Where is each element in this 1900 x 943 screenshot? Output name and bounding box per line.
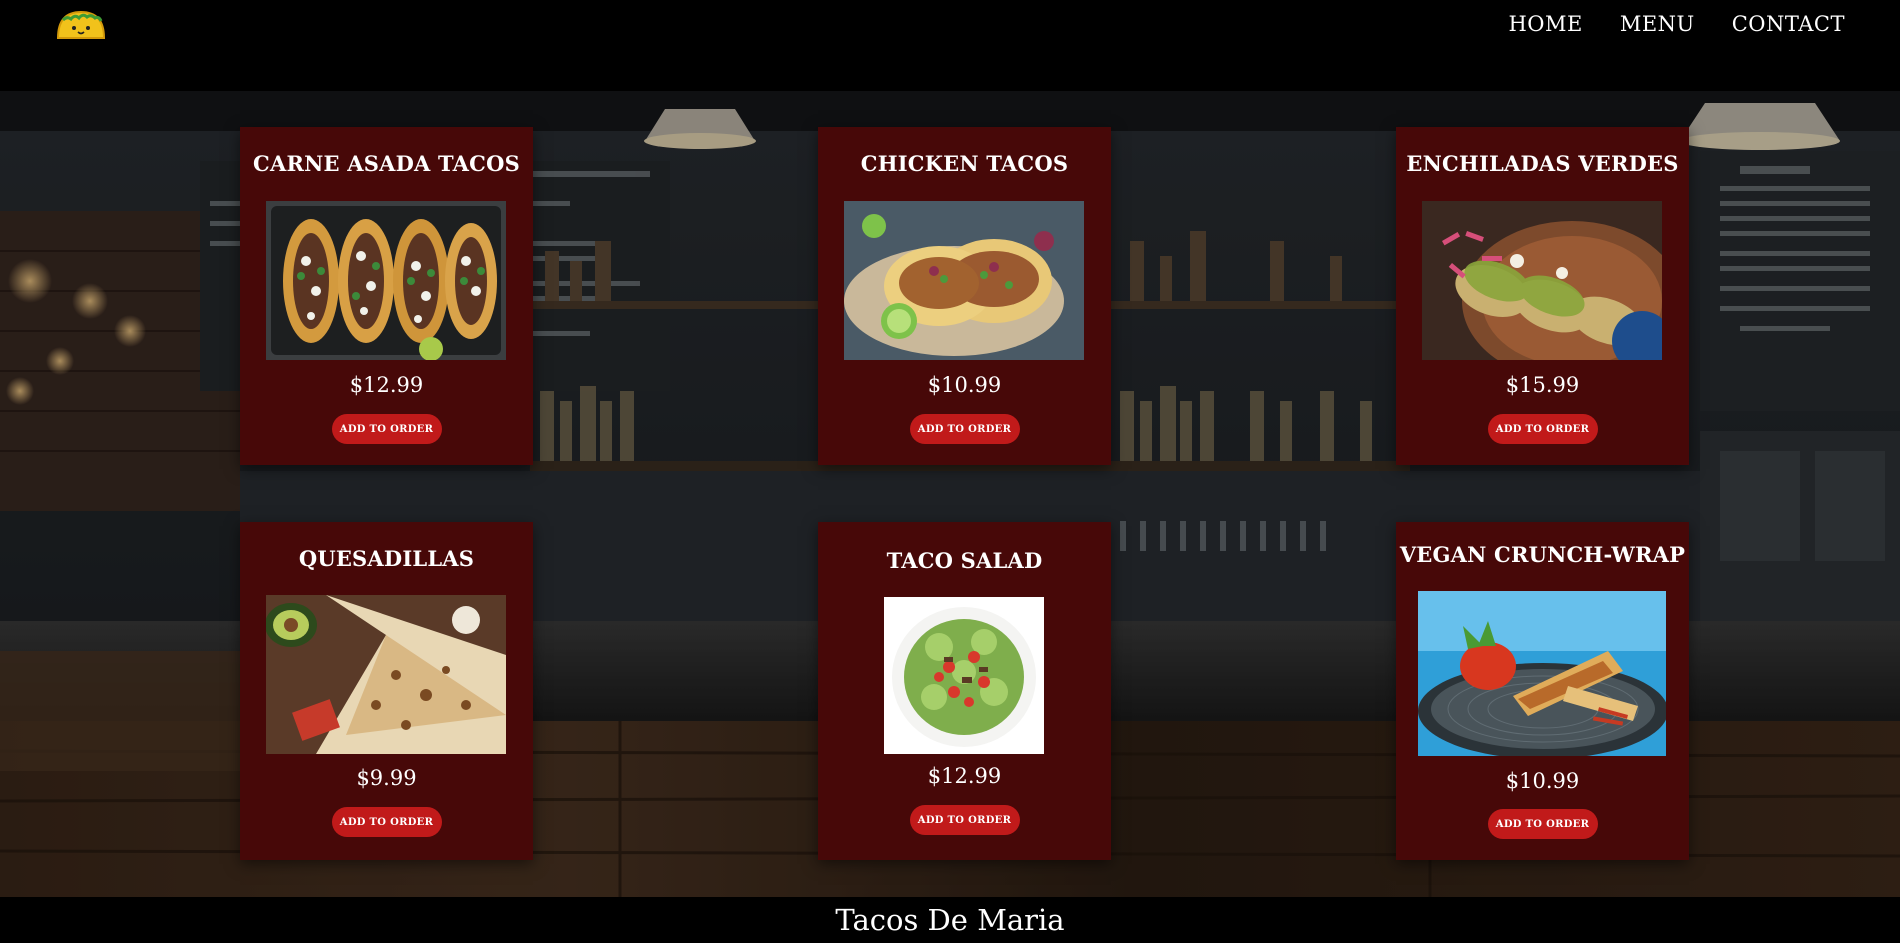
add-to-order-button[interactable]: ADD TO ORDER bbox=[331, 807, 442, 837]
site-header: HOME MENU CONTACT bbox=[0, 0, 1900, 91]
menu-item-title: TACO SALAD bbox=[886, 548, 1043, 573]
menu-section: CARNE ASADA TACOS $12.99 ADD TO ORDER CH… bbox=[0, 91, 1900, 897]
menu-item-price: $12.99 bbox=[349, 373, 424, 397]
nav-home-link[interactable]: HOME bbox=[1508, 10, 1582, 38]
menu-item-price: $15.99 bbox=[1505, 373, 1580, 397]
taco-icon[interactable] bbox=[55, 8, 107, 42]
menu-item-title: QUESADILLAS bbox=[298, 546, 475, 571]
main-nav: HOME MENU CONTACT bbox=[1508, 10, 1845, 38]
menu-card-carne-asada-tacos: CARNE ASADA TACOS $12.99 ADD TO ORDER bbox=[240, 127, 533, 465]
menu-item-title: ENCHILADAS VERDES bbox=[1406, 151, 1679, 176]
carne-asada-tacos-photo bbox=[266, 201, 506, 360]
menu-card-taco-salad: TACO SALAD $12.99 ADD TO ORDER bbox=[818, 522, 1111, 860]
menu-item-price: $10.99 bbox=[1505, 769, 1580, 793]
menu-item-price: $10.99 bbox=[927, 373, 1002, 397]
nav-menu-link[interactable]: MENU bbox=[1620, 10, 1695, 38]
menu-item-title: VEGAN CRUNCH-WRAP bbox=[1399, 542, 1686, 567]
add-to-order-button[interactable]: ADD TO ORDER bbox=[909, 414, 1020, 444]
menu-card-enchiladas-verdes: ENCHILADAS VERDES $15.99 ADD TO ORDER bbox=[1396, 127, 1689, 465]
menu-item-price: $12.99 bbox=[927, 764, 1002, 788]
add-to-order-button[interactable]: ADD TO ORDER bbox=[331, 414, 442, 444]
menu-card-chicken-tacos: CHICKEN TACOS $10.99 ADD TO ORDER bbox=[818, 127, 1111, 465]
menu-card-quesadillas: QUESADILLAS $9.99 ADD TO ORDER bbox=[240, 522, 533, 860]
add-to-order-button[interactable]: ADD TO ORDER bbox=[909, 805, 1020, 835]
enchiladas-verdes-photo bbox=[1422, 201, 1662, 360]
site-footer: Tacos De Maria bbox=[0, 897, 1900, 938]
menu-card-vegan-crunch-wrap: VEGAN CRUNCH-WRAP $10.99 ADD TO ORDER bbox=[1396, 522, 1689, 860]
footer-brand-name: Tacos De Maria bbox=[835, 903, 1065, 937]
add-to-order-button[interactable]: ADD TO ORDER bbox=[1487, 414, 1598, 444]
menu-item-price: $9.99 bbox=[356, 766, 417, 790]
taco-salad-photo bbox=[884, 597, 1044, 754]
vegan-crunch-wrap-photo bbox=[1418, 591, 1666, 756]
quesadillas-photo bbox=[266, 595, 506, 754]
menu-item-title: CARNE ASADA TACOS bbox=[253, 151, 520, 176]
add-to-order-button[interactable]: ADD TO ORDER bbox=[1487, 809, 1598, 839]
chicken-tacos-photo bbox=[844, 201, 1084, 360]
menu-item-title: CHICKEN TACOS bbox=[860, 151, 1069, 176]
nav-contact-link[interactable]: CONTACT bbox=[1732, 10, 1845, 38]
